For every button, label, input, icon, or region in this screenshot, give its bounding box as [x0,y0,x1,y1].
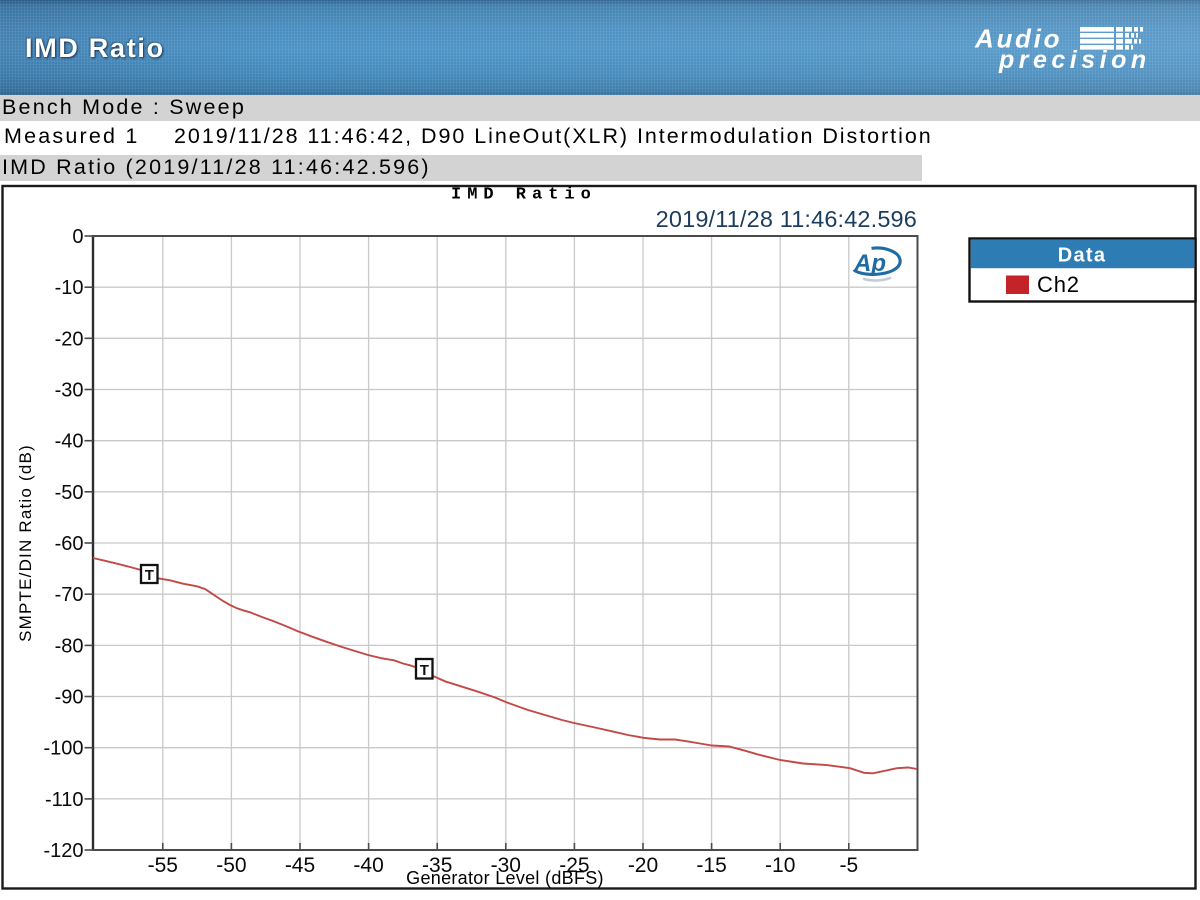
svg-text:-55: -55 [148,854,178,877]
svg-text:-10: -10 [765,854,795,877]
svg-text:-60: -60 [55,533,84,555]
svg-text:-40: -40 [55,431,84,453]
svg-text:T: T [420,662,429,679]
svg-text:-40: -40 [353,854,383,877]
svg-text:2019/11/28 11:46:42.596: 2019/11/28 11:46:42.596 [656,206,917,232]
svg-text:-70: -70 [55,584,84,606]
svg-text:Data: Data [1058,245,1107,267]
svg-text:-110: -110 [45,789,84,811]
svg-text:-50: -50 [55,482,84,504]
svg-text:-90: -90 [55,687,84,709]
svg-text:-30: -30 [55,380,84,402]
svg-text:Ch2: Ch2 [1037,272,1080,297]
svg-text:0: 0 [72,226,83,248]
svg-text:IMD Ratio: IMD Ratio [451,186,597,205]
svg-text:-100: -100 [43,738,83,760]
svg-text:-5: -5 [839,854,858,877]
svg-text:-10: -10 [55,277,84,299]
svg-text:-80: -80 [55,635,84,657]
svg-text:Generator Level (dBFS): Generator Level (dBFS) [406,868,604,888]
svg-text:-50: -50 [216,854,246,877]
svg-text:T: T [145,567,154,584]
svg-text:-15: -15 [696,854,726,877]
svg-text:SMPTE/DIN Ratio (dB): SMPTE/DIN Ratio (dB) [16,444,35,642]
svg-text:-120: -120 [43,840,83,862]
svg-text:-20: -20 [628,854,658,877]
svg-text:-45: -45 [285,854,315,877]
svg-text:-20: -20 [55,328,84,350]
